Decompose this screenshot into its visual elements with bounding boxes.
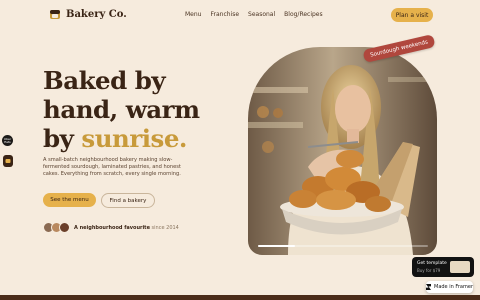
social-proof-text: A neighbourhood favourite since 2014 bbox=[74, 225, 179, 231]
brand-name: Bakery Co. bbox=[66, 8, 127, 20]
top-nav: Bakery Co. Menu Franchise Seasonal Blog/… bbox=[0, 0, 480, 30]
progress-fill bbox=[258, 245, 296, 247]
template-price: Buy for $79 bbox=[417, 268, 441, 273]
avatar-group bbox=[43, 222, 70, 233]
headline-line-2: hand, warm bbox=[43, 95, 200, 124]
nav-item-franchise[interactable]: Franchise bbox=[210, 11, 239, 18]
made-in-framer-badge[interactable]: Made in Framer bbox=[426, 281, 473, 293]
social-proof-since: since 2014 bbox=[149, 224, 179, 231]
get-template-label: Get template bbox=[417, 261, 447, 266]
nav-item-blog-recipes[interactable]: Blog/Recipes bbox=[284, 11, 322, 18]
hero-subtext: A small-batch neighbourhood bakery makin… bbox=[43, 157, 181, 178]
bread-logo-icon bbox=[50, 10, 60, 19]
brand[interactable]: Bakery Co. bbox=[49, 8, 127, 20]
framer-badge-label: Made in Framer bbox=[434, 284, 473, 290]
footer-strip bbox=[0, 295, 480, 300]
social-proof-bold: A neighbourhood favourite bbox=[74, 224, 150, 231]
bakery-photo bbox=[248, 47, 437, 255]
bread-icon bbox=[5, 159, 11, 163]
nav-item-seasonal[interactable]: Seasonal bbox=[248, 11, 275, 18]
get-template-card[interactable]: Get template Buy for $79 bbox=[412, 257, 474, 277]
plan-a-visit-button[interactable]: Plan a visit bbox=[391, 8, 433, 22]
headline-accent-sunrise: sunrise. bbox=[81, 124, 187, 153]
headline-line-1: Baked by bbox=[43, 66, 166, 95]
nav-menu: Menu Franchise Seasonal Blog/Recipes bbox=[185, 11, 323, 18]
avatar bbox=[59, 222, 70, 233]
social-proof: A neighbourhood favourite since 2014 bbox=[43, 222, 179, 233]
carousel-progress bbox=[258, 245, 428, 247]
headline-by: by bbox=[43, 124, 82, 153]
template-thumbnail bbox=[450, 261, 470, 273]
framer-logo-icon bbox=[426, 284, 431, 290]
hero-image bbox=[248, 47, 437, 255]
see-the-menu-button[interactable]: See the menu bbox=[43, 193, 96, 207]
nav-item-menu[interactable]: Menu bbox=[185, 11, 201, 18]
uber-eats-badge[interactable]: Uber Eats bbox=[2, 135, 13, 146]
headline-line-3: by sunrise. bbox=[43, 124, 200, 153]
find-a-bakery-button[interactable]: Find a bakery bbox=[101, 193, 155, 208]
hero-headline: Baked by hand, warm by sunrise. bbox=[43, 66, 200, 153]
side-card-button[interactable] bbox=[3, 155, 13, 167]
